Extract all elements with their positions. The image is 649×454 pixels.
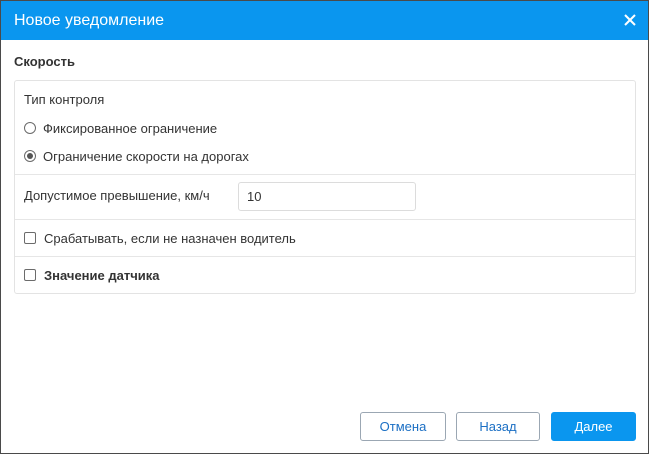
radio-button-selected[interactable] xyxy=(24,150,36,162)
dialog-titlebar: Новое уведомление xyxy=(1,1,648,40)
close-icon[interactable] xyxy=(621,11,639,29)
radio-label: Фиксированное ограничение xyxy=(43,120,218,136)
dialog-title: Новое уведомление xyxy=(14,12,165,29)
divider xyxy=(15,219,635,220)
checkbox-no-driver[interactable]: Срабатывать, если не назначен водитель xyxy=(24,229,296,247)
checkbox-sensor-value[interactable]: Значение датчика xyxy=(24,266,160,284)
radio-label: Ограничение скорости на дорогах xyxy=(43,148,249,164)
checkbox[interactable] xyxy=(24,269,36,281)
checkbox[interactable] xyxy=(24,232,36,244)
radio-road-speed-limit[interactable]: Ограничение скорости на дорогах xyxy=(24,147,249,165)
next-button[interactable]: Далее xyxy=(551,412,636,441)
speed-settings-panel: Тип контроля Фиксированное ограничение О… xyxy=(14,80,636,294)
section-title: Скорость xyxy=(14,54,75,69)
cancel-button[interactable]: Отмена xyxy=(360,412,446,441)
checkbox-label: Значение датчика xyxy=(44,267,160,283)
radio-fixed-limit[interactable]: Фиксированное ограничение xyxy=(24,119,217,137)
new-notification-dialog: Новое уведомление Скорость Тип контроля … xyxy=(0,0,649,454)
back-button[interactable]: Назад xyxy=(456,412,540,441)
radio-button[interactable] xyxy=(24,122,36,134)
divider xyxy=(15,256,635,257)
control-type-label: Тип контроля xyxy=(24,92,105,107)
excess-label: Допустимое превышение, км/ч xyxy=(24,188,210,203)
divider xyxy=(15,174,635,175)
excess-input[interactable] xyxy=(238,182,416,211)
checkbox-label: Срабатывать, если не назначен водитель xyxy=(44,230,296,246)
